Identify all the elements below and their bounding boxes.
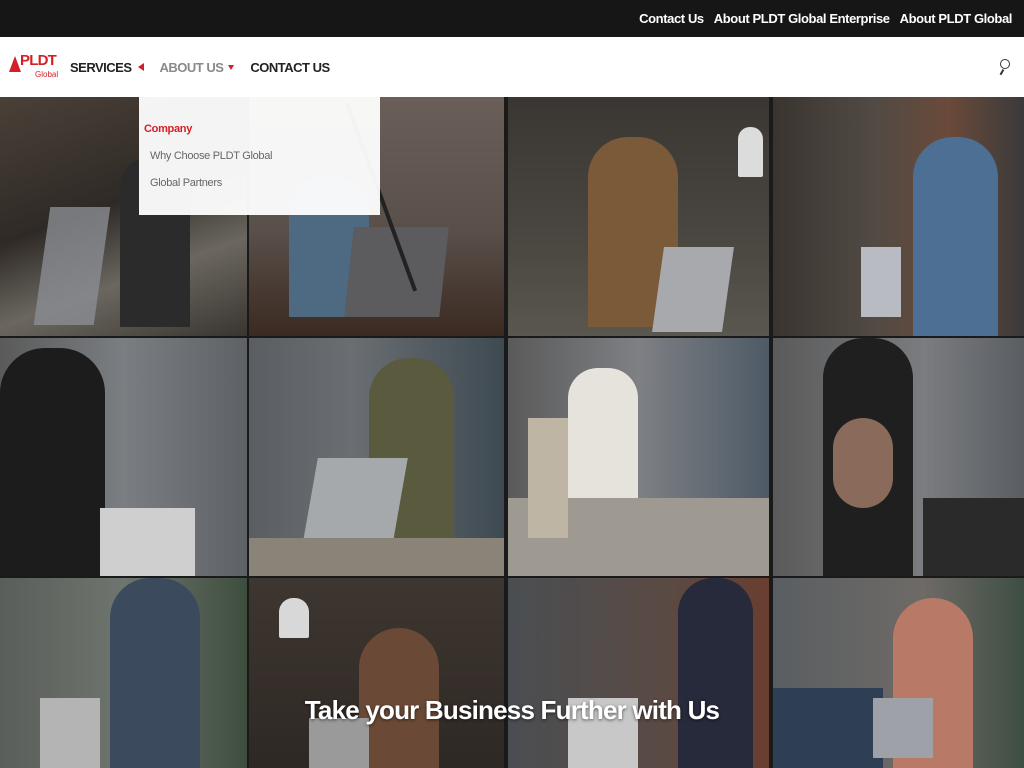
photo-tile — [773, 578, 1024, 768]
photo-tile — [0, 338, 247, 576]
search-icon[interactable] — [999, 59, 1013, 75]
caret-left-icon — [137, 63, 144, 71]
nav-services[interactable]: SERVICES — [70, 60, 144, 75]
photo-tile — [508, 578, 769, 768]
nav-contact-us[interactable]: CONTACT US — [250, 59, 330, 75]
dropdown-item-why-choose[interactable]: Why Choose PLDT Global — [150, 150, 273, 162]
photo-tile — [0, 578, 247, 768]
nav-menu: SERVICES ABOUT US CONTACT US — [70, 37, 346, 97]
photo-tile — [508, 97, 769, 336]
nav-contact-label: CONTACT US — [250, 59, 330, 75]
photo-tile — [508, 338, 769, 576]
nav-about-us[interactable]: ABOUT US — [160, 60, 235, 75]
about-us-dropdown: Company Why Choose PLDT Global Global Pa… — [139, 97, 380, 215]
contact-us-link[interactable]: Contact Us — [639, 11, 704, 26]
photo-tile — [773, 97, 1024, 336]
top-links: Contact Us About PLDT Global Enterprise … — [639, 0, 1012, 37]
about-pldt-global-enterprise-link[interactable]: About PLDT Global Enterprise — [714, 11, 890, 26]
photo-tile — [249, 338, 504, 576]
about-pldt-global-link[interactable]: About PLDT Global — [900, 11, 1013, 26]
nav-about-label: ABOUT US — [159, 59, 224, 75]
hero-title: Take your Business Further with Us — [304, 695, 720, 725]
photo-tile — [773, 338, 1024, 576]
logo-text: PLDT — [20, 52, 57, 69]
nav-services-label: SERVICES — [70, 59, 132, 75]
top-bar: Contact Us About PLDT Global Enterprise … — [0, 0, 1024, 37]
pldt-logo[interactable]: PLDT Global — [9, 52, 59, 82]
dropdown-item-global-partners[interactable]: Global Partners — [150, 177, 222, 189]
caret-down-icon — [228, 64, 235, 70]
logo-subtext: Global — [35, 70, 59, 79]
photo-tile — [249, 578, 504, 768]
dropdown-heading-company[interactable]: Company — [144, 123, 192, 135]
